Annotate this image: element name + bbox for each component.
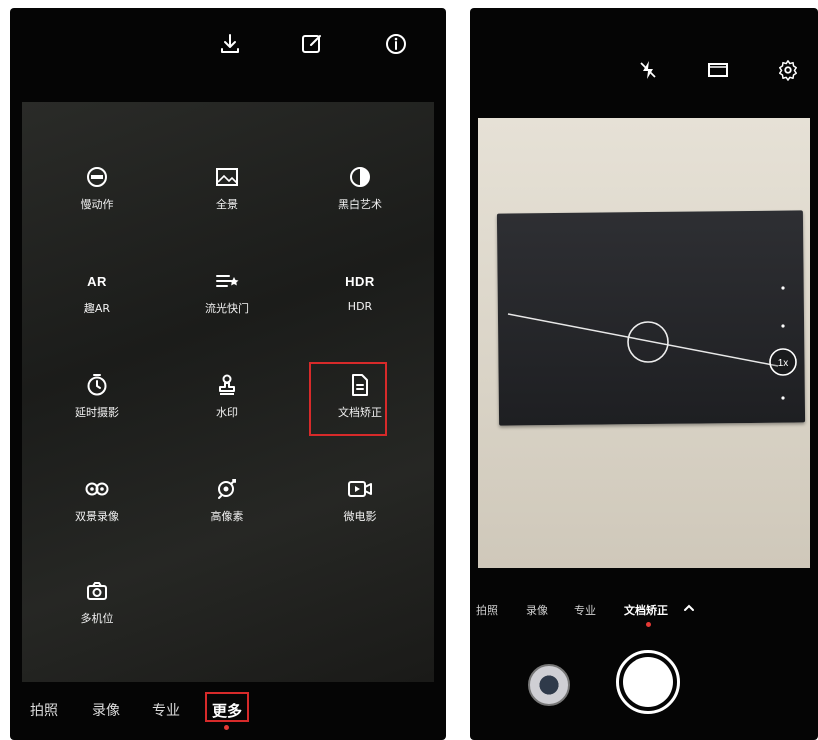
tab-document-correction[interactable]: 文档矫正 xyxy=(624,602,668,618)
tab-photo[interactable]: 拍照 xyxy=(476,602,498,618)
download-icon[interactable] xyxy=(216,30,244,58)
zoom-dot xyxy=(781,324,785,328)
horizon-line xyxy=(507,313,779,367)
mode-fun-ar[interactable]: AR 趣AR xyxy=(42,266,152,316)
zoom-dot xyxy=(781,286,785,290)
settings-icon[interactable] xyxy=(774,56,802,84)
active-tab-indicator xyxy=(646,622,651,627)
info-icon[interactable] xyxy=(382,30,410,58)
edit-icon[interactable] xyxy=(298,30,326,58)
mode-grid-panel: 慢动作 全景 黑白艺术 AR 趣AR 流光快门 HDR HDR 延时摄影 水印 … xyxy=(22,102,434,682)
mode-label: 微电影 xyxy=(343,510,377,523)
chevron-up-icon[interactable] xyxy=(682,600,696,619)
mode-label: 双景录像 xyxy=(75,510,119,523)
slow-motion-icon xyxy=(82,162,112,192)
mode-tab-bar: 拍照 录像 专业 更多 xyxy=(10,688,446,732)
tab-photo[interactable]: 拍照 xyxy=(30,700,58,720)
mode-micro-movie[interactable]: 微电影 xyxy=(305,474,415,524)
mode-multi-camera[interactable]: 多机位 xyxy=(42,576,152,626)
mode-label: 趣AR xyxy=(83,302,111,315)
mode-label: 延时摄影 xyxy=(75,406,119,419)
tab-pro[interactable]: 专业 xyxy=(152,700,180,720)
top-toolbar xyxy=(10,8,446,88)
mode-panorama[interactable]: 全景 xyxy=(172,162,282,212)
flash-off-icon[interactable] xyxy=(634,56,662,84)
mode-dual-view[interactable]: 双景录像 xyxy=(42,474,152,524)
ar-icon: AR xyxy=(87,273,107,289)
zoom-level-text: 1x xyxy=(778,358,789,369)
black-white-icon xyxy=(345,162,375,192)
gallery-thumbnail[interactable] xyxy=(528,664,570,706)
mode-label: 流光快门 xyxy=(205,302,249,315)
more-modes-screen: 慢动作 全景 黑白艺术 AR 趣AR 流光快门 HDR HDR 延时摄影 水印 … xyxy=(10,8,446,740)
timelapse-icon xyxy=(82,370,112,400)
high-pixel-icon xyxy=(212,474,242,504)
more-tab-highlight-box xyxy=(205,692,249,722)
tab-video[interactable]: 录像 xyxy=(92,700,120,720)
mode-label: 慢动作 xyxy=(80,198,114,211)
tab-video[interactable]: 录像 xyxy=(526,602,548,618)
hdr-icon: HDR xyxy=(345,273,375,289)
mode-timelapse[interactable]: 延时摄影 xyxy=(42,370,152,420)
camera-viewfinder[interactable]: 1x xyxy=(478,118,810,568)
aspect-ratio-icon[interactable] xyxy=(704,56,732,84)
zoom-dot xyxy=(781,396,785,400)
focus-circle xyxy=(627,321,669,363)
micro-movie-icon xyxy=(345,474,375,504)
shutter-inner xyxy=(623,657,673,707)
mode-watermark[interactable]: 水印 xyxy=(172,370,282,420)
mode-slow-motion[interactable]: 慢动作 xyxy=(42,162,152,212)
light-painting-icon xyxy=(212,266,242,296)
multi-camera-icon xyxy=(82,576,112,606)
active-tab-indicator xyxy=(224,725,229,730)
document-correction-screen: 1x 拍照 录像 专业 文档矫正 xyxy=(470,8,818,740)
shutter-button[interactable] xyxy=(616,650,680,714)
mode-high-pixel[interactable]: 高像素 xyxy=(172,474,282,524)
mode-label: 多机位 xyxy=(80,612,114,625)
tab-pro[interactable]: 专业 xyxy=(574,602,596,618)
document-mode-highlight-box xyxy=(309,362,387,436)
mode-tab-bar: 拍照 录像 专业 文档矫正 xyxy=(470,598,818,628)
mode-label: 黑白艺术 xyxy=(338,198,382,211)
mode-hdr[interactable]: HDR HDR xyxy=(305,266,415,314)
mode-label: 高像素 xyxy=(210,510,244,523)
mode-black-white[interactable]: 黑白艺术 xyxy=(305,162,415,212)
panorama-icon xyxy=(212,162,242,192)
mode-label: 水印 xyxy=(216,406,238,419)
top-toolbar xyxy=(470,8,818,113)
mode-label: HDR xyxy=(347,300,373,313)
dual-view-icon xyxy=(82,474,112,504)
mode-light-painting[interactable]: 流光快门 xyxy=(172,266,282,316)
watermark-icon xyxy=(212,370,242,400)
level-guide: 1x xyxy=(507,286,797,400)
mode-label: 全景 xyxy=(216,198,238,211)
